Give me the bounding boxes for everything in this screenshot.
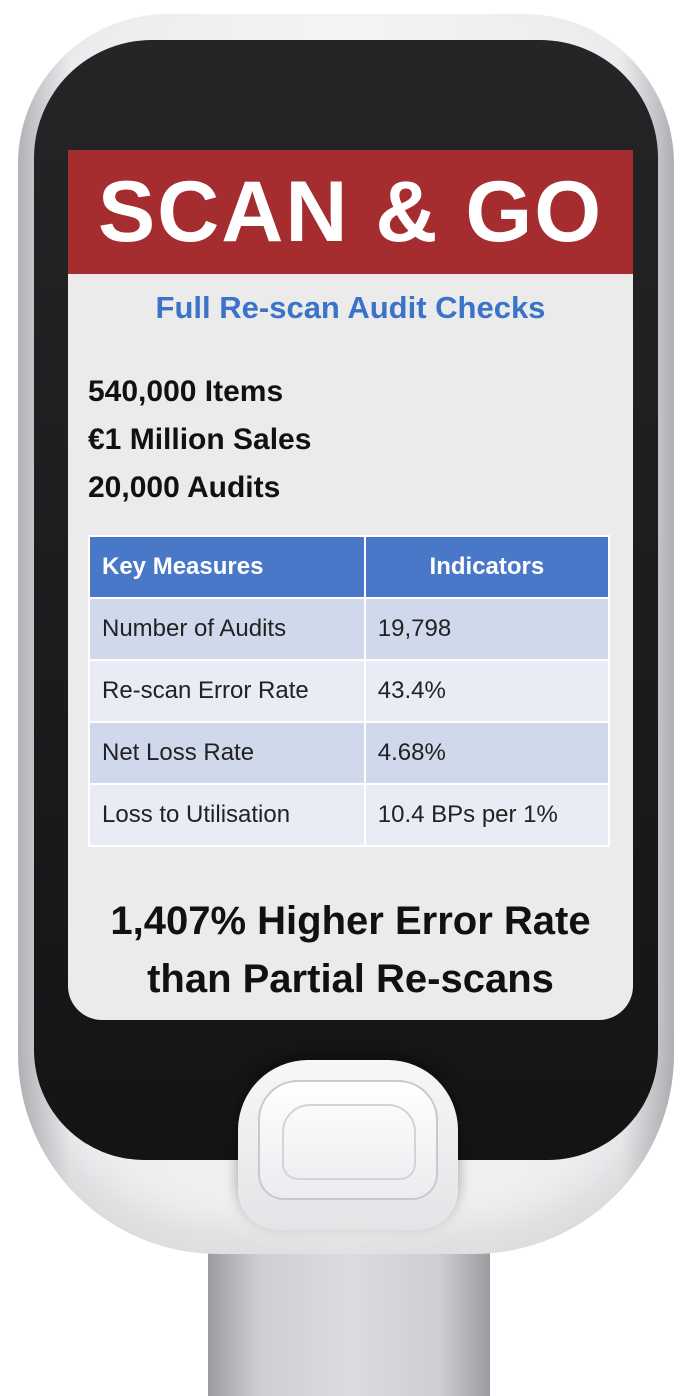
banner-title: SCAN & GO [68,150,633,274]
headline-line-2: than Partial Re-scans [147,957,554,1001]
measures-table: Key Measures Indicators Number of Audits… [88,535,611,847]
headline: 1,407% Higher Error Rate than Partial Re… [68,892,633,1008]
table-row: Number of Audits 19,798 [88,597,611,661]
measure-label: Net Loss Rate [88,721,366,785]
table-header-row: Key Measures Indicators [88,535,611,599]
header-indicators: Indicators [363,535,611,599]
device-screen: SCAN & GO Full Re-scan Audit Checks 540,… [68,150,633,1020]
stat-audits: 20,000 Audits [88,471,281,504]
measure-value: 19,798 [363,597,611,661]
table-row: Re-scan Error Rate 43.4% [88,659,611,723]
measure-value: 4.68% [363,721,611,785]
header-key-measures: Key Measures [88,535,366,599]
device-stand [208,1230,490,1396]
scanner-window [238,1060,458,1230]
scanner-lens [258,1080,438,1200]
subtitle: Full Re-scan Audit Checks [155,290,546,325]
table-row: Net Loss Rate 4.68% [88,721,611,785]
measure-value: 43.4% [363,659,611,723]
stat-items: 540,000 Items [88,375,284,408]
measure-label: Number of Audits [88,597,366,661]
headline-line-1: 1,407% Higher Error Rate [110,899,591,943]
measure-value: 10.4 BPs per 1% [363,783,611,847]
measure-label: Re-scan Error Rate [88,659,366,723]
table-row: Loss to Utilisation 10.4 BPs per 1% [88,783,611,847]
measure-label: Loss to Utilisation [88,783,366,847]
stats-list: 540,000 Items €1 Million Sales 20,000 Au… [88,368,311,512]
stat-sales: €1 Million Sales [88,423,312,456]
